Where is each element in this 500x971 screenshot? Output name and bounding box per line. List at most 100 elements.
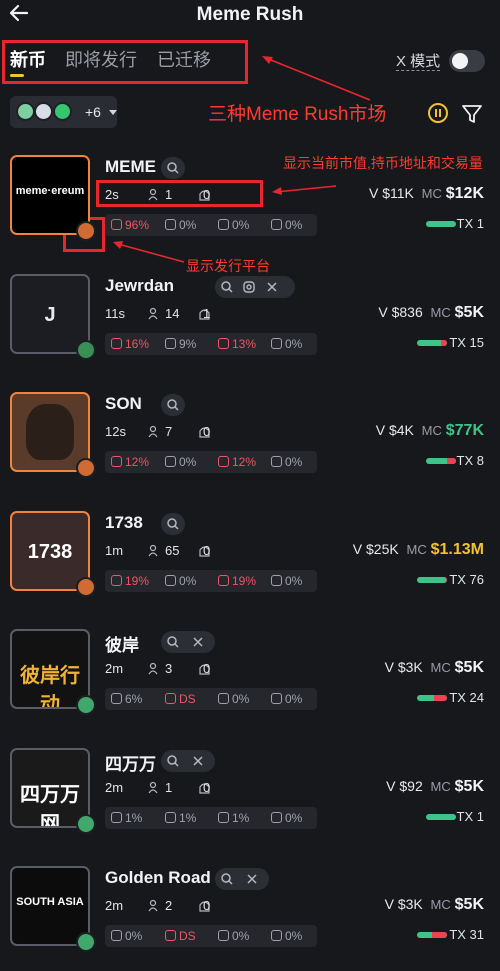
token-age: 1m [105,543,124,558]
token-card[interactable]: SOUTH ASIA Golden Road 2m 2 0 V $3K MC $… [0,866,500,971]
metric-dev: 1% [165,811,196,825]
token-tx-count: TX 8 [456,453,484,468]
token-market-cap: $5K [454,304,484,321]
x-icon [193,756,203,766]
buy-sell-bar [426,221,456,227]
search-icon [167,518,179,530]
metric-dev: DS [165,929,196,943]
token-social-links[interactable] [161,157,185,179]
x-mode-toggle[interactable] [449,50,485,72]
metric-insiders: 0% [271,218,302,232]
buy-sell-bar [417,577,447,583]
token-name: SON [105,394,142,413]
buy-sell-bar [426,814,456,820]
token-market-cap: $5K [454,896,484,913]
search-icon [167,399,179,411]
token-logo-text: meme·ereum [15,185,85,197]
token-market-cap: $5K [454,659,484,676]
holders-icon [148,781,158,794]
metric-top10: 19% [111,574,149,588]
volume-marketcap: V $836 MC $5K [378,304,484,322]
token-social-links[interactable] [161,513,185,535]
token-social-links[interactable] [161,631,215,653]
token-volume: V $3K [384,659,423,675]
launch-platform-icon [76,695,96,715]
metric-top10: 6% [111,692,142,706]
metric-top10: 1% [111,811,142,825]
metric-top10: 0% [111,929,142,943]
metric-insiders: 0% [271,337,302,351]
platform-icon-pill [34,102,53,121]
token-name: 彼岸 [105,636,139,655]
token-tx-count: TX 1 [456,216,484,231]
token-social-links[interactable] [161,750,215,772]
token-market-cap: $1.13M [430,541,484,558]
holders-count: 2 [165,898,173,913]
metric-snipers: 0% [218,218,249,232]
token-tx-count: TX 31 [449,927,484,942]
metric-top10: 16% [111,337,149,351]
token-metrics: 96% 0% 0% 0% [105,214,317,236]
mc-label: MC [430,305,451,320]
token-age: 2m [105,780,124,795]
holders-count: 3 [165,661,173,676]
x-icon [267,282,277,292]
holders-icon [148,307,158,320]
token-card[interactable]: SON 12s 7 0 V $4K MC $77K 12% 0% 12% 0% [0,392,500,510]
metric-top10: 96% [111,218,149,232]
buy-sell-bar [417,340,447,346]
holders-count: 1 [165,780,173,795]
token-age: 12s [105,424,126,439]
mc-label: MC [406,542,427,557]
token-card[interactable]: meme·ereum MEME 2s 1 0 V $11K MC $12K 96… [0,155,500,273]
token-market-cap: $5K [454,778,484,795]
token-metrics: 12% 0% 12% 0% [105,451,317,473]
metric-insiders: 0% [271,692,302,706]
metric-insiders: 0% [271,455,302,469]
metric-dev: DS [165,692,196,706]
volume-marketcap: V $11K MC $12K [369,185,484,203]
token-market-cap: $77K [445,422,484,439]
token-volume: V $25K [352,541,399,557]
token-photo [26,404,74,460]
platform-extra-count: +6 [85,104,101,120]
token-social-links[interactable] [161,394,185,416]
sniper-count: 0 [203,187,211,202]
chevron-down-icon [109,110,117,115]
metric-snipers: 0% [218,692,249,706]
token-card[interactable]: 四万万网 四万万 2m 1 0 V $92 MC $5K 1% 1% 1% 0%… [0,748,500,866]
volume-marketcap: V $92 MC $5K [386,778,484,796]
token-logo-text: SOUTH ASIA [16,896,84,908]
filter-icon[interactable] [461,103,483,125]
token-card[interactable]: 彼岸行动 彼岸 2m 3 0 V $3K MC $5K 6% DS 0% 0% … [0,629,500,747]
platform-filter-dropdown[interactable]: +6 [10,96,117,128]
metric-insiders: 0% [271,574,302,588]
sniper-count: 1 [203,306,211,321]
metric-snipers: 0% [218,929,249,943]
mc-label: MC [430,897,451,912]
buy-sell-bar [417,695,447,701]
sniper-count: 0 [203,780,211,795]
token-tx-count: TX 1 [456,809,484,824]
token-name: MEME [105,157,156,176]
launch-platform-icon [76,221,96,241]
metric-insiders: 0% [271,929,302,943]
metric-dev: 9% [165,337,196,351]
token-name: Jewrdan [105,276,174,295]
token-card[interactable]: J Jewrdan 11s 14 1 V $836 MC $5K 16% 9% … [0,274,500,392]
token-social-links[interactable] [215,276,295,298]
token-name: 四万万 [105,755,156,774]
metric-dev: 0% [165,574,196,588]
token-tx-count: TX 15 [449,335,484,350]
token-tx-count: TX 24 [449,690,484,705]
search-icon [221,873,233,885]
holders-icon [148,899,158,912]
mc-label: MC [421,186,442,201]
pause-icon[interactable] [428,103,448,123]
search-icon [167,755,179,767]
token-card[interactable]: 1738 1738 1m 65 0 V $25K MC $1.13M 19% 0… [0,511,500,629]
token-social-links[interactable] [215,868,269,890]
mc-label: MC [421,423,442,438]
token-age: 2m [105,898,124,913]
header: Meme Rush [0,0,500,30]
